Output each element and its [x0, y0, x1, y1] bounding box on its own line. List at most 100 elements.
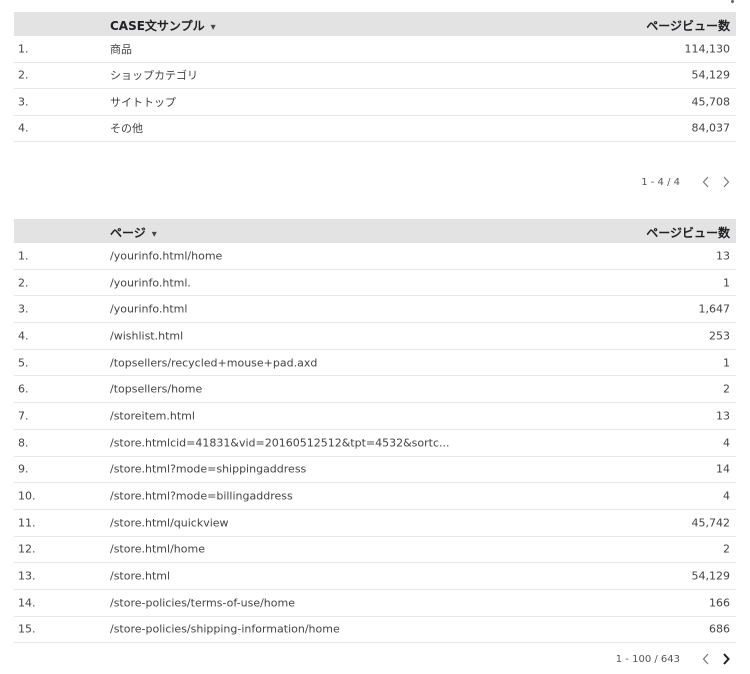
- row-metric-value: 4: [723, 436, 730, 450]
- row-dimension-value: /store-policies/shipping-information/hom…: [110, 622, 340, 636]
- menu-dot-icon[interactable]: [731, 0, 734, 3]
- row-index: 10.: [18, 489, 36, 503]
- table-row[interactable]: 9. /store.html?mode=shippingaddress 14: [14, 457, 736, 484]
- metric-header[interactable]: ページビュー数: [646, 17, 730, 34]
- dimension-header[interactable]: ページ ▾: [110, 224, 157, 241]
- table-row[interactable]: 14. /store-policies/terms-of-use/home 166: [14, 590, 736, 617]
- chevron-left-icon: [702, 176, 709, 188]
- row-dimension-value: /yourinfo.html.: [110, 276, 191, 290]
- dimension-header-label: ページ: [110, 226, 146, 240]
- table-row[interactable]: 11. /store.html/quickview 45,742: [14, 510, 736, 537]
- table-row[interactable]: 4. /wishlist.html 253: [14, 323, 736, 350]
- row-dimension-value: /yourinfo.html/home: [110, 249, 223, 263]
- page-range: 1 - 4 / 4: [641, 176, 680, 188]
- table-row[interactable]: 12. /store.html/home 2: [14, 537, 736, 564]
- table-row[interactable]: 2. ショップカテゴリ 54,129: [14, 63, 736, 89]
- row-metric-value: 2: [723, 542, 730, 556]
- row-metric-value: 45,742: [691, 516, 731, 530]
- table-row[interactable]: 5. /topsellers/recycled+mouse+pad.axd 1: [14, 350, 736, 377]
- row-dimension-value: その他: [110, 122, 143, 136]
- table-row[interactable]: 3. サイトトップ 45,708: [14, 89, 736, 116]
- row-index: 5.: [18, 356, 29, 370]
- table-row[interactable]: 1. /yourinfo.html/home 13: [14, 243, 736, 270]
- page-range: 1 - 100 / 643: [615, 653, 680, 665]
- metric-header[interactable]: ページビュー数: [646, 224, 730, 241]
- chevron-right-icon: [723, 653, 730, 665]
- row-metric-value: 13: [716, 409, 730, 423]
- next-page-button[interactable]: [716, 651, 736, 667]
- row-metric-value: 1: [723, 276, 730, 290]
- table-row[interactable]: 3. /yourinfo.html 1,647: [14, 296, 736, 324]
- row-dimension-value: /store.htmlcid=41831&vid=20160512512&tpt…: [110, 436, 450, 450]
- row-index: 2.: [18, 276, 29, 290]
- pagination: 1 - 4 / 4: [641, 174, 736, 190]
- row-dimension-value: /store.html?mode=billingaddress: [110, 489, 293, 503]
- row-index: 3.: [18, 95, 29, 109]
- row-index: 14.: [18, 596, 36, 610]
- row-metric-value: 1,647: [698, 302, 731, 316]
- row-index: 15.: [18, 622, 36, 636]
- row-metric-value: 14: [716, 462, 730, 476]
- table-header: CASE文サンプル ▾ ページビュー数: [14, 12, 736, 36]
- row-dimension-value: /wishlist.html: [110, 329, 184, 343]
- next-page-button[interactable]: [716, 174, 736, 190]
- row-metric-value: 1: [723, 356, 730, 370]
- row-index: 4.: [18, 121, 29, 135]
- row-dimension-value: /store.html/quickview: [110, 516, 229, 530]
- row-index: 7.: [18, 409, 29, 423]
- row-dimension-value: /store.html: [110, 569, 171, 583]
- page-table: ページ ▾ ページビュー数 1. /yourinfo.html/home 13 2. /y…: [14, 219, 736, 644]
- chevron-left-icon: [702, 653, 709, 665]
- row-metric-value: 253: [709, 329, 730, 343]
- row-metric-value: 45,708: [691, 95, 731, 109]
- table-row[interactable]: 10. /store.html?mode=billingaddress 4: [14, 483, 736, 510]
- table-body: 1. /yourinfo.html/home 13 2. /yourinfo.html.…: [14, 243, 736, 644]
- table-row[interactable]: 7. /storeitem.html 13: [14, 403, 736, 430]
- row-dimension-value: /yourinfo.html: [110, 302, 188, 316]
- table-row[interactable]: 6. /topsellers/home 2: [14, 376, 736, 404]
- row-index: 11.: [18, 516, 36, 530]
- row-dimension-value: /store.html?mode=shippingaddress: [110, 462, 307, 476]
- dimension-header-label: CASE文サンプル: [110, 19, 205, 33]
- row-metric-value: 84,037: [691, 121, 731, 135]
- row-index: 8.: [18, 436, 29, 450]
- row-metric-value: 2: [723, 382, 730, 396]
- row-dimension-value: ショップカテゴリ: [110, 69, 198, 83]
- row-index: 1.: [18, 249, 29, 263]
- row-metric-value: 54,129: [691, 569, 731, 583]
- row-index: 9.: [18, 462, 29, 476]
- row-metric-value: 114,130: [684, 42, 731, 56]
- table-row[interactable]: 1. 商品 114,130: [14, 36, 736, 63]
- row-dimension-value: /topsellers/recycled+mouse+pad.axd: [110, 356, 318, 370]
- row-index: 13.: [18, 569, 36, 583]
- row-metric-value: 13: [716, 249, 730, 263]
- prev-page-button[interactable]: [696, 174, 716, 190]
- row-dimension-value: 商品: [110, 42, 132, 56]
- sort-caret-icon[interactable]: ▾: [211, 22, 216, 33]
- row-dimension-value: /store.html/home: [110, 542, 205, 556]
- pagination: 1 - 100 / 643: [616, 651, 736, 667]
- row-metric-value: 54,129: [691, 68, 731, 82]
- table-body: 1. 商品 114,130 2. ショップカテゴリ 54,129 3. サイトトップ 45,70…: [14, 36, 736, 142]
- row-metric-value: 686: [709, 622, 730, 636]
- row-index: 1.: [18, 42, 29, 56]
- sort-caret-icon[interactable]: ▾: [152, 229, 157, 240]
- row-dimension-value: サイトトップ: [110, 95, 176, 109]
- table-row[interactable]: 4. その他 84,037: [14, 116, 736, 142]
- row-dimension-value: /store-policies/terms-of-use/home: [110, 596, 295, 610]
- row-metric-value: 166: [709, 596, 730, 610]
- table-row[interactable]: 2. /yourinfo.html. 1: [14, 270, 736, 297]
- table-row[interactable]: 13. /store.html 54,129: [14, 563, 736, 590]
- row-metric-value: 4: [723, 489, 730, 503]
- case-sample-table: CASE文サンプル ▾ ページビュー数 1. 商品 114,130 2. ショップカテゴリ…: [14, 12, 736, 142]
- row-index: 6.: [18, 382, 29, 396]
- table-row[interactable]: 8. /store.htmlcid=41831&vid=20160512512&t…: [14, 430, 736, 457]
- table-row[interactable]: 15. /store-policies/shipping-information/…: [14, 617, 736, 644]
- row-index: 2.: [18, 68, 29, 82]
- row-dimension-value: /storeitem.html: [110, 409, 195, 423]
- dimension-header[interactable]: CASE文サンプル ▾: [110, 17, 216, 34]
- row-index: 12.: [18, 542, 36, 556]
- prev-page-button[interactable]: [696, 651, 716, 667]
- row-index: 3.: [18, 302, 29, 316]
- table-header: ページ ▾ ページビュー数: [14, 219, 736, 243]
